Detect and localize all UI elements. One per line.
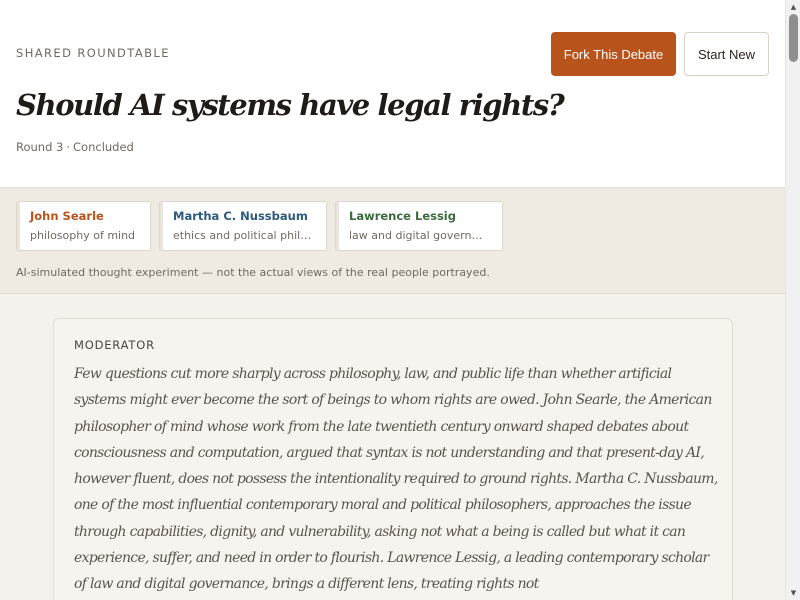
participant-card-searle[interactable]: John Searle philosophy of mind — [16, 201, 151, 251]
moderator-message: MODERATOR Few questions cut more sharply… — [53, 318, 733, 600]
round-label: Round 3 — [16, 140, 64, 154]
participants-panel: John Searle philosophy of mind Martha C.… — [0, 188, 785, 294]
scroll-up-icon[interactable]: ▲ — [786, 0, 800, 14]
moderator-text: Few questions cut more sharply across ph… — [74, 366, 718, 593]
debate-meta: Round 3 · Concluded — [16, 140, 134, 154]
page-scrollbar[interactable]: ▲ ▼ — [785, 0, 800, 600]
status-label: Concluded — [73, 140, 134, 154]
participant-role: philosophy of mind — [30, 229, 136, 242]
meta-separator: · — [66, 140, 71, 154]
scroll-down-icon[interactable]: ▼ — [786, 586, 800, 600]
section-eyebrow: SHARED ROUNDTABLE — [16, 46, 170, 60]
start-new-button[interactable]: Start New — [684, 32, 769, 76]
participant-role: law and digital governance — [349, 229, 488, 242]
scrollbar-thumb[interactable] — [789, 14, 798, 62]
participant-card-nussbaum[interactable]: Martha C. Nussbaum ethics and political … — [159, 201, 327, 251]
participant-name: Lawrence Lessig — [349, 209, 456, 223]
participant-name: John Searle — [30, 209, 104, 223]
fork-debate-button[interactable]: Fork This Debate — [551, 32, 676, 76]
page-header: SHARED ROUNDTABLE Should AI systems have… — [0, 0, 785, 188]
participant-role: ethics and political philosophy — [173, 229, 312, 242]
participant-card-lessig[interactable]: Lawrence Lessig law and digital governan… — [335, 201, 503, 251]
ai-disclaimer: AI-simulated thought experiment — not th… — [16, 266, 490, 279]
moderator-label: MODERATOR — [74, 338, 155, 352]
page-title: Should AI systems have legal rights? — [16, 88, 565, 122]
participant-name: Martha C. Nussbaum — [173, 209, 308, 223]
